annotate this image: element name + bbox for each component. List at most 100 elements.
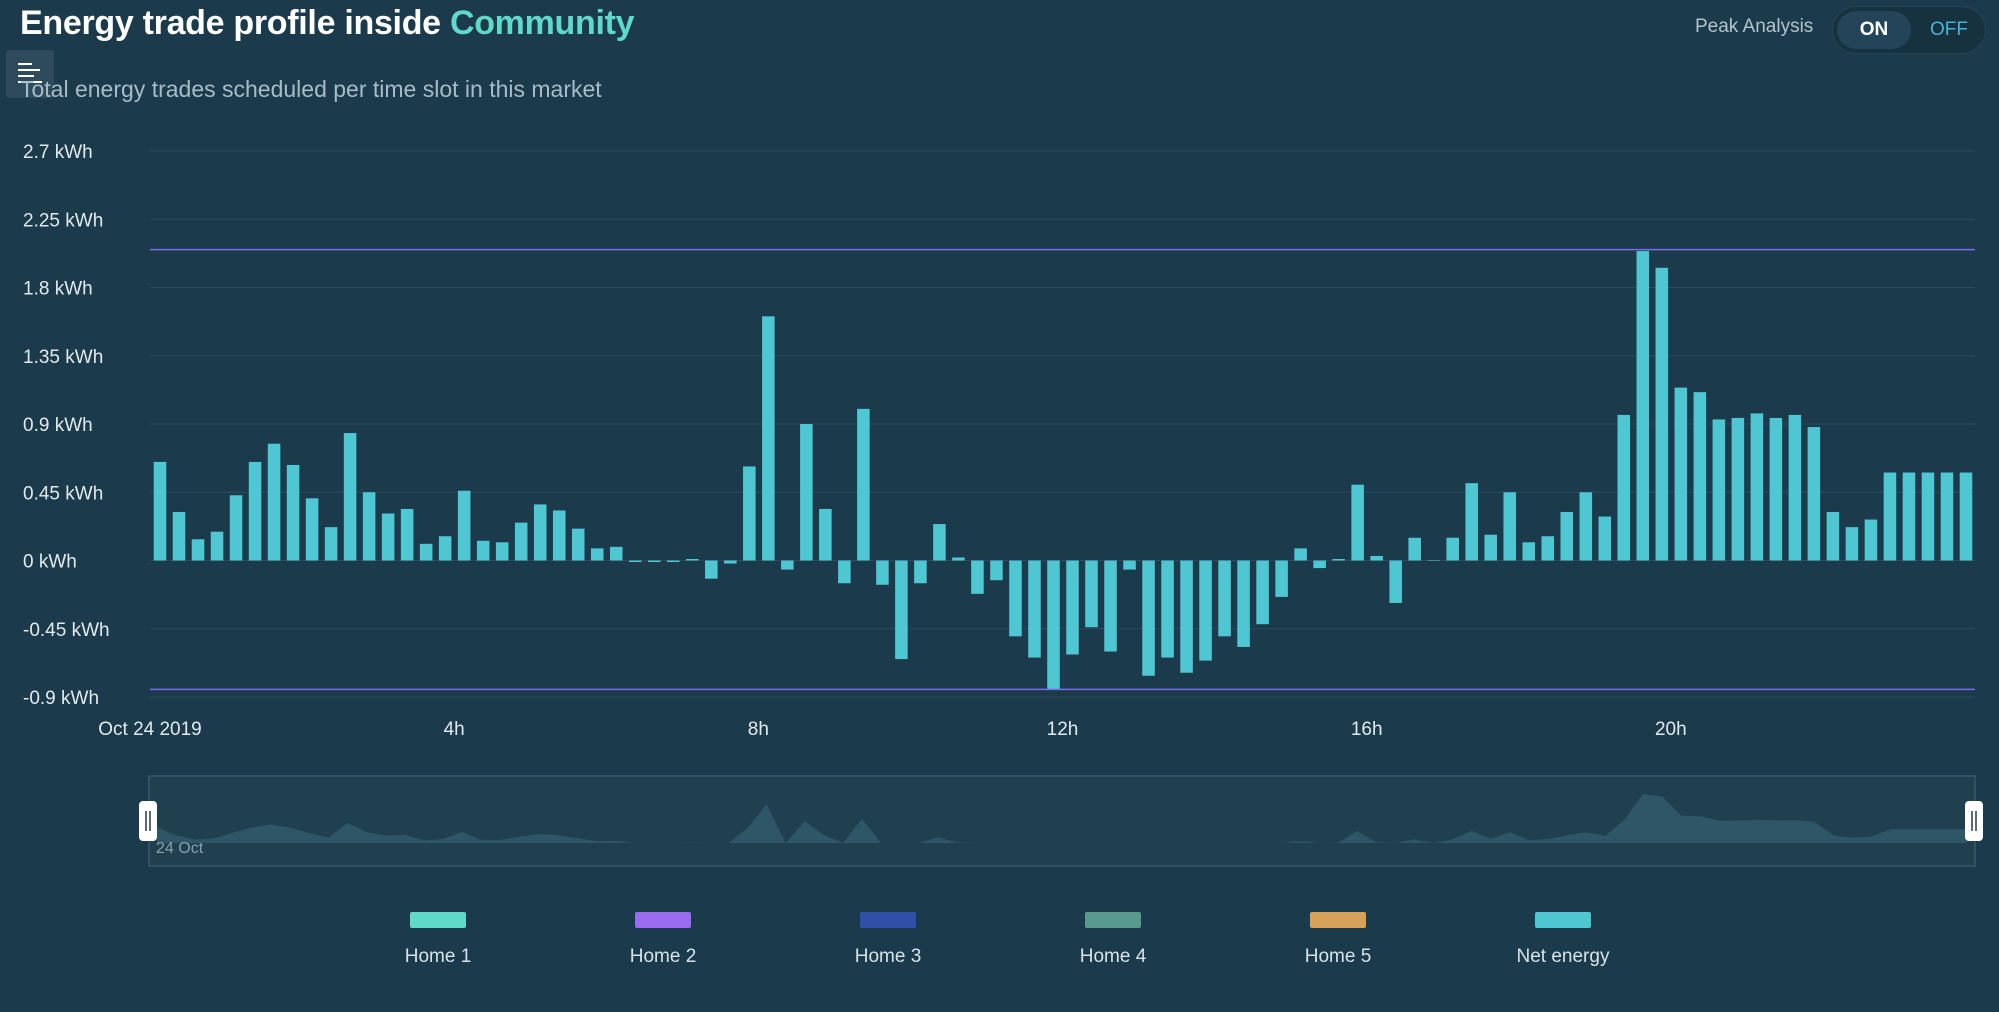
bar[interactable] xyxy=(210,531,224,561)
bar[interactable] xyxy=(1237,560,1250,647)
bar[interactable] xyxy=(914,560,927,584)
bar[interactable] xyxy=(819,508,832,561)
navigator-left-handle[interactable] xyxy=(139,801,157,841)
bar[interactable] xyxy=(400,508,414,561)
bar[interactable] xyxy=(1389,560,1402,603)
bar[interactable] xyxy=(952,557,965,561)
bar[interactable] xyxy=(533,504,547,561)
bar[interactable] xyxy=(1085,560,1098,628)
bar[interactable] xyxy=(229,495,243,561)
bar[interactable] xyxy=(153,461,167,561)
bar[interactable] xyxy=(647,560,661,563)
bar[interactable] xyxy=(628,560,642,563)
bar[interactable] xyxy=(362,492,376,561)
bar[interactable] xyxy=(876,560,889,585)
bar[interactable] xyxy=(1142,560,1155,676)
bar[interactable] xyxy=(705,560,718,579)
bar[interactable] xyxy=(1218,560,1231,637)
bar[interactable] xyxy=(1921,472,1935,561)
bar[interactable] xyxy=(1199,560,1212,661)
bar[interactable] xyxy=(971,560,984,594)
bar[interactable] xyxy=(800,424,813,561)
bar[interactable] xyxy=(324,527,338,561)
bar[interactable] xyxy=(857,408,870,561)
bar[interactable] xyxy=(1807,427,1821,561)
legend-item[interactable]: Home 4 xyxy=(1033,912,1193,968)
bar[interactable] xyxy=(667,560,680,563)
navigator-right-handle[interactable] xyxy=(1965,801,1983,841)
bar[interactable] xyxy=(1617,414,1631,561)
bar[interactable] xyxy=(1503,492,1517,561)
bar[interactable] xyxy=(1484,534,1498,561)
bar[interactable] xyxy=(1940,472,1954,561)
bar[interactable] xyxy=(1560,511,1574,561)
bar[interactable] xyxy=(1427,560,1440,562)
bar[interactable] xyxy=(1009,560,1022,637)
bar[interactable] xyxy=(1522,542,1536,561)
bar[interactable] xyxy=(1579,492,1593,561)
bar[interactable] xyxy=(1712,419,1726,561)
bar[interactable] xyxy=(381,513,395,561)
bar[interactable] xyxy=(1541,536,1555,561)
bar[interactable] xyxy=(781,560,794,570)
bar[interactable] xyxy=(438,536,452,561)
bar[interactable] xyxy=(1047,560,1060,690)
bar[interactable] xyxy=(1731,417,1745,561)
bar[interactable] xyxy=(1750,413,1764,561)
bar[interactable] xyxy=(191,539,205,561)
bar[interactable] xyxy=(305,498,319,561)
bar[interactable] xyxy=(1674,387,1688,561)
bar[interactable] xyxy=(248,461,262,561)
bar[interactable] xyxy=(1864,519,1878,561)
bar[interactable] xyxy=(1826,511,1840,561)
bar[interactable] xyxy=(1332,558,1345,561)
bar[interactable] xyxy=(419,543,433,561)
bar[interactable] xyxy=(1788,414,1802,561)
bar[interactable] xyxy=(1161,560,1174,658)
bar[interactable] xyxy=(1066,560,1079,655)
bar[interactable] xyxy=(1636,251,1650,561)
bar[interactable] xyxy=(1123,560,1136,570)
legend-item[interactable]: Home 2 xyxy=(583,912,743,968)
bar[interactable] xyxy=(724,560,737,564)
bar[interactable] xyxy=(1256,560,1269,625)
bar[interactable] xyxy=(1902,472,1916,561)
bar[interactable] xyxy=(172,511,186,561)
bar[interactable] xyxy=(895,560,908,660)
bar[interactable] xyxy=(1655,267,1669,561)
bar[interactable] xyxy=(495,542,509,561)
bar[interactable] xyxy=(743,466,756,561)
bar[interactable] xyxy=(1351,484,1364,561)
bar[interactable] xyxy=(686,558,699,561)
bar[interactable] xyxy=(1883,472,1897,561)
bar[interactable] xyxy=(609,546,623,561)
bar[interactable] xyxy=(286,464,300,561)
legend-item[interactable]: Home 5 xyxy=(1258,912,1418,968)
bar[interactable] xyxy=(1693,392,1707,561)
bar[interactable] xyxy=(1180,560,1193,673)
legend-item[interactable]: Net energy xyxy=(1483,912,1643,968)
bar[interactable] xyxy=(990,560,1003,581)
bar[interactable] xyxy=(457,490,471,561)
legend-item[interactable]: Home 1 xyxy=(358,912,518,968)
bar[interactable] xyxy=(762,316,775,561)
bar[interactable] xyxy=(1446,537,1459,561)
bar[interactable] xyxy=(1769,417,1783,561)
bar[interactable] xyxy=(267,443,281,561)
bar[interactable] xyxy=(1294,548,1307,561)
bar[interactable] xyxy=(1370,555,1383,561)
bar[interactable] xyxy=(1275,560,1288,597)
bar[interactable] xyxy=(1313,560,1326,569)
bar[interactable] xyxy=(1465,483,1478,561)
bar[interactable] xyxy=(343,433,357,561)
bar[interactable] xyxy=(514,522,528,561)
bar[interactable] xyxy=(1598,516,1612,561)
bar[interactable] xyxy=(1408,537,1421,561)
bar[interactable] xyxy=(476,540,490,561)
bar[interactable] xyxy=(1959,472,1973,561)
bar[interactable] xyxy=(590,548,604,561)
bar[interactable] xyxy=(838,560,851,584)
bar[interactable] xyxy=(571,528,585,561)
bar[interactable] xyxy=(552,510,566,561)
legend-item[interactable]: Home 3 xyxy=(808,912,968,968)
